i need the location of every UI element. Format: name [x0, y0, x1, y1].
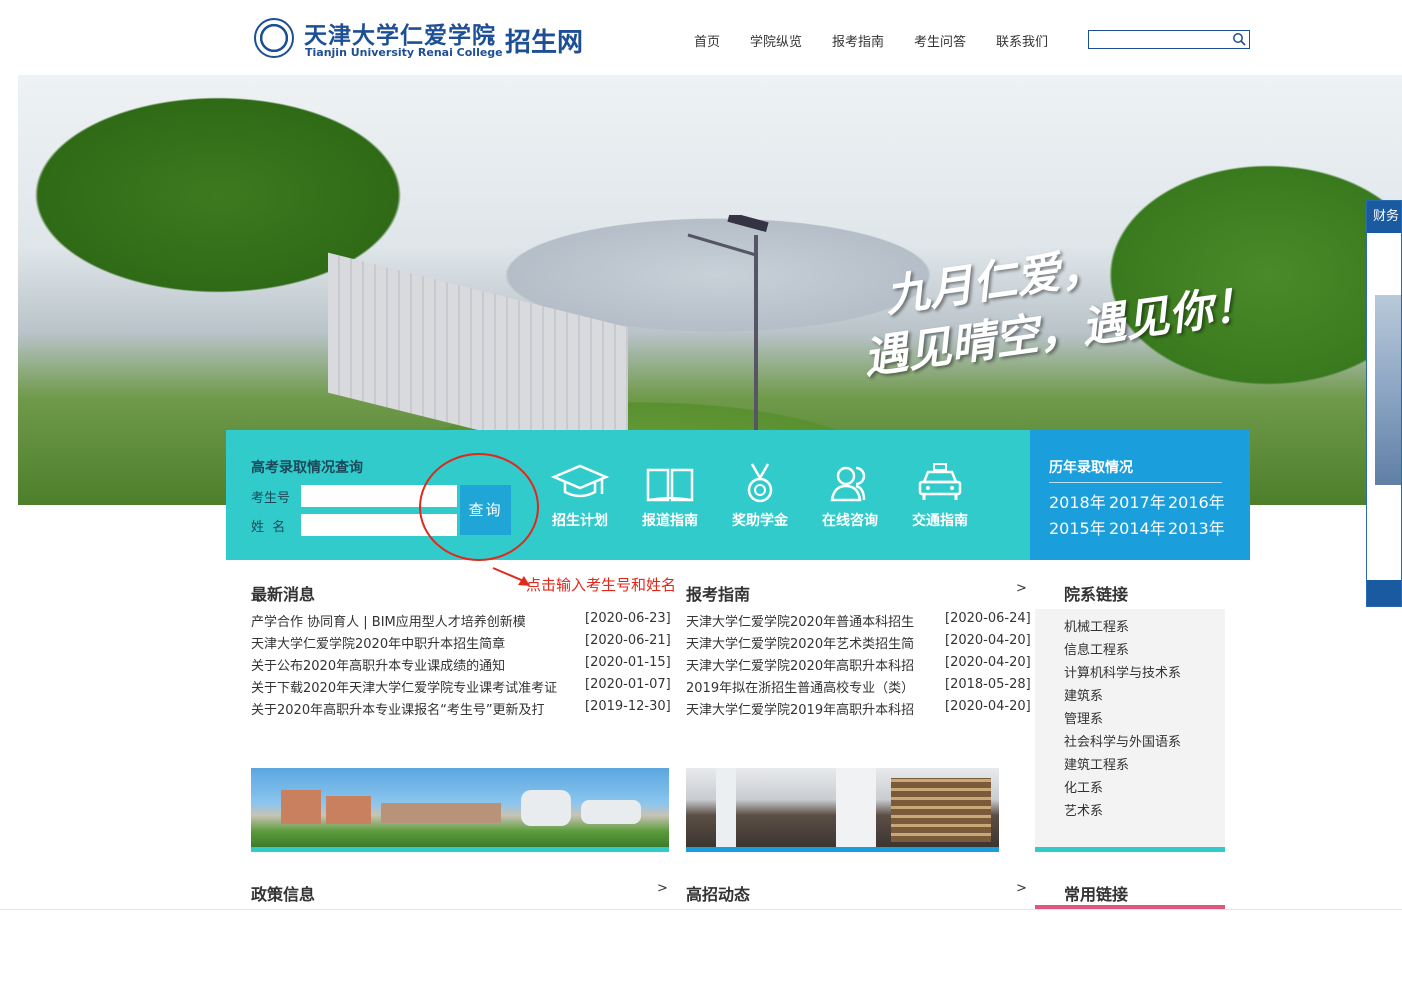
news-item-date: [2019-12-30]: [585, 699, 671, 714]
college-emblem-logo: [254, 18, 294, 58]
annotation-text: 点击输入考生号和姓名: [526, 576, 677, 594]
news-item-date: [2020-06-23]: [585, 611, 671, 626]
history-title: 历年录取情况: [1049, 460, 1133, 476]
logo-english-name: Tianjin University Renai College: [305, 46, 503, 59]
news-item-title[interactable]: 天津大学仁爱学院2020年中职升本招生简章: [251, 633, 581, 652]
department-link[interactable]: 管理系: [1064, 708, 1103, 727]
guide-item-date: [2020-06-24]: [945, 611, 1031, 626]
candidate-id-input[interactable]: [301, 485, 457, 507]
enrollment-more-link[interactable]: >: [1016, 881, 1027, 896]
enrollment-news-title[interactable]: 高招动态: [686, 881, 750, 905]
link-traffic-guide-label: 交通指南: [912, 513, 968, 529]
users-icon: [830, 466, 866, 502]
department-link[interactable]: 社会科学与外国语系: [1064, 731, 1181, 750]
guide-item-date: [2020-04-20]: [945, 699, 1031, 714]
department-link[interactable]: 建筑系: [1064, 685, 1103, 704]
policy-more-link[interactable]: >: [657, 881, 668, 896]
news-item-title[interactable]: 产学合作 协同育人 | BIM应用型人才培养创新模: [251, 611, 581, 630]
department-link[interactable]: 艺术系: [1064, 800, 1103, 819]
guide-item-title[interactable]: 天津大学仁爱学院2019年高职升本科招: [686, 699, 940, 718]
site-name[interactable]: 招生网: [505, 22, 583, 59]
link-scholarship[interactable]: 奖助学金: [724, 462, 796, 530]
nav-home[interactable]: 首页: [694, 31, 720, 50]
year-2017[interactable]: 2017年: [1109, 489, 1166, 513]
link-online-consult-label: 在线咨询: [822, 513, 878, 529]
book-icon: [646, 468, 694, 502]
logo-chinese-name: 天津大学仁爱学院: [304, 22, 496, 49]
latest-news-title[interactable]: 最新消息: [251, 581, 315, 605]
name-label: 姓 名: [251, 520, 286, 535]
guide-item-title[interactable]: 天津大学仁爱学院2020年高职升本科招: [686, 655, 940, 674]
guide-more-link[interactable]: >: [1016, 581, 1027, 596]
nav-faq[interactable]: 考生问答: [914, 31, 966, 50]
news-item-title[interactable]: 关于公布2020年高职升本专业课成绩的通知: [251, 655, 581, 674]
guide-item-title[interactable]: 2019年拟在浙招生普通高校专业（类）: [686, 677, 940, 696]
news-item-date: [2020-01-15]: [585, 655, 671, 670]
news-item-date: [2020-01-07]: [585, 677, 671, 692]
logo-separator: ·: [487, 28, 496, 53]
search-icon[interactable]: [1232, 32, 1246, 46]
departments-accent-bar: [1035, 847, 1225, 852]
guide-item-date: [2020-04-20]: [945, 633, 1031, 648]
guide-item-title[interactable]: 天津大学仁爱学院2020年普通本科招生: [686, 611, 940, 630]
common-links-title: 常用链接: [1064, 885, 1129, 904]
year-2015[interactable]: 2015年: [1049, 515, 1106, 539]
department-link[interactable]: 化工系: [1064, 777, 1103, 796]
side-widget-footer: [1367, 580, 1401, 606]
medal-icon: [747, 463, 773, 503]
guide-item-date: [2020-04-20]: [945, 655, 1031, 670]
guide-item-title[interactable]: 天津大学仁爱学院2020年艺术类招生简: [686, 633, 940, 652]
news-item-date: [2020-06-21]: [585, 633, 671, 648]
guide-title[interactable]: 报考指南: [686, 581, 750, 605]
department-link[interactable]: 建筑工程系: [1064, 754, 1129, 773]
campus-photo[interactable]: [251, 768, 669, 852]
side-widget-title[interactable]: 财务: [1367, 201, 1401, 233]
news-item-title[interactable]: 关于下载2020年天津大学仁爱学院专业课考试准考证: [251, 677, 581, 696]
name-input[interactable]: [301, 514, 457, 536]
history-divider: [1049, 482, 1222, 483]
policy-info-title[interactable]: 政策信息: [251, 881, 315, 905]
link-registration-guide-label: 报道指南: [642, 513, 698, 529]
link-enrollment-plan[interactable]: 招生计划: [544, 462, 616, 530]
department-link[interactable]: 机械工程系: [1064, 616, 1129, 635]
departments-title: 院系链接: [1064, 585, 1129, 604]
floating-side-widget[interactable]: 财务: [1366, 200, 1402, 607]
candidate-id-label: 考生号: [251, 491, 291, 506]
link-enrollment-plan-label: 招生计划: [552, 513, 608, 529]
banner-slogan: 九月仁爱， 遇见晴空，遇见你！: [852, 218, 1260, 388]
query-title: 高考录取情况查询: [251, 460, 363, 476]
news-item-title[interactable]: 关于2020年高职升本专业课报名“考生号”更新及打: [251, 699, 581, 718]
car-icon: [918, 463, 962, 500]
search-input[interactable]: [1091, 31, 1227, 46]
year-2013[interactable]: 2013年: [1168, 515, 1225, 539]
nav-application-guide[interactable]: 报考指南: [832, 31, 884, 50]
search-box: [1088, 30, 1250, 49]
guide-item-date: [2018-05-28]: [945, 677, 1031, 692]
link-traffic-guide[interactable]: 交通指南: [904, 462, 976, 530]
nav-contact[interactable]: 联系我们: [996, 31, 1048, 50]
department-link[interactable]: 信息工程系: [1064, 639, 1129, 658]
year-2018[interactable]: 2018年: [1049, 489, 1106, 513]
link-scholarship-label: 奖助学金: [732, 513, 788, 529]
year-2014[interactable]: 2014年: [1109, 515, 1166, 539]
year-2016[interactable]: 2016年: [1168, 489, 1225, 513]
graduation-cap-icon: [550, 464, 610, 498]
side-widget-image[interactable]: [1375, 295, 1401, 485]
query-button[interactable]: 查询: [460, 485, 511, 535]
page-divider: [0, 909, 1402, 910]
link-registration-guide[interactable]: 报道指南: [634, 462, 706, 530]
link-online-consult[interactable]: 在线咨询: [814, 462, 886, 530]
nav-college-overview[interactable]: 学院纵览: [750, 31, 802, 50]
department-link[interactable]: 计算机科学与技术系: [1064, 662, 1181, 681]
library-photo[interactable]: [686, 768, 999, 852]
